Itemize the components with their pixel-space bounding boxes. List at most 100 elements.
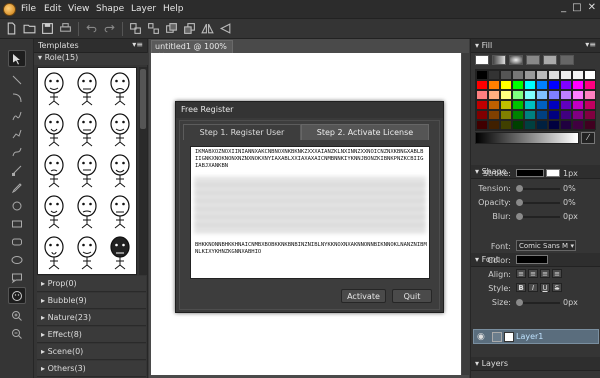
node-tool-icon[interactable] [8,161,26,178]
face-template-thumbnail[interactable] [38,234,71,270]
category-prop[interactable]: ▸ Prop(0) [37,276,146,292]
opacity-slider[interactable] [516,199,560,206]
color-swatch[interactable] [476,80,488,90]
color-swatch[interactable] [572,120,584,130]
linear-gradient-icon[interactable] [492,55,506,65]
color-swatch[interactable] [524,90,536,100]
color-swatch[interactable] [488,100,500,110]
layer-lock-icon[interactable] [492,332,502,342]
color-swatch[interactable] [536,110,548,120]
strikethrough-button[interactable]: S [552,283,562,292]
face-template-thumbnail[interactable] [104,152,137,188]
color-swatch[interactable] [560,120,572,130]
category-scene[interactable]: ▸ Scene(0) [37,344,146,360]
color-swatch[interactable] [524,110,536,120]
speech-bubble-tool-icon[interactable] [8,269,26,286]
color-swatch[interactable] [584,70,596,80]
color-swatch[interactable] [512,90,524,100]
face-template-thumbnail[interactable] [104,70,137,106]
color-swatch[interactable] [524,100,536,110]
role-section-header[interactable]: ▾ Role(15) [34,53,148,65]
color-swatch[interactable] [572,100,584,110]
slider-knob[interactable] [516,213,523,220]
rotate-tool-icon[interactable] [8,197,26,214]
color-swatch[interactable] [488,80,500,90]
slider-knob[interactable] [516,199,523,206]
face-template-thumbnail[interactable] [71,193,104,229]
tab-activate-license[interactable]: Step 2. Activate License [301,124,429,140]
group-icon[interactable] [128,21,143,36]
color-swatch[interactable] [548,110,560,120]
color-swatch[interactable] [488,110,500,120]
slider-knob[interactable] [516,185,523,192]
color-swatch[interactable] [560,100,572,110]
face-template-thumbnail[interactable] [104,193,137,229]
zoom-in-icon[interactable] [8,307,26,324]
color-swatch[interactable] [572,90,584,100]
menu-edit[interactable]: Edit [44,4,61,14]
color-swatch[interactable] [476,110,488,120]
size-slider[interactable] [516,299,560,306]
stroke-color-swatch[interactable] [516,169,544,177]
color-swatch[interactable] [512,120,524,130]
stroke-width-box[interactable] [546,169,560,177]
send-backward-icon[interactable] [182,21,197,36]
color-swatch[interactable] [548,80,560,90]
texture-fill-icon[interactable] [543,55,557,65]
color-swatch[interactable] [560,110,572,120]
align-right-icon[interactable]: ≡ [540,269,550,278]
quit-button[interactable]: Quit [392,289,432,303]
canvas-scrollbar[interactable] [462,53,469,375]
print-icon[interactable] [58,21,73,36]
color-swatch[interactable] [584,80,596,90]
color-swatch[interactable] [512,70,524,80]
color-swatch[interactable] [524,120,536,130]
license-code-textarea[interactable]: IKMABXOZNOXIINIANNXAKCNBNOXNKBKNKZXXXAIA… [190,146,430,279]
tab-register-user[interactable]: Step 1. Register User [183,124,301,140]
ungroup-icon[interactable] [146,21,161,36]
freehand-tool-icon[interactable] [8,107,26,124]
color-swatch[interactable] [476,70,488,80]
maximize-button[interactable]: □ [572,2,581,13]
color-swatch[interactable] [524,70,536,80]
templates-scrollbar[interactable] [139,67,147,275]
document-tab[interactable]: untitled1 @ 100% ✕ [151,40,233,60]
blur-slider[interactable] [516,213,560,220]
eyedropper-icon[interactable]: ⁄ [581,132,595,144]
face-template-thumbnail[interactable] [38,193,71,229]
align-left-icon[interactable]: ≡ [516,269,526,278]
color-swatch[interactable] [476,100,488,110]
color-swatch[interactable] [560,90,572,100]
color-swatch[interactable] [548,90,560,100]
face-template-thumbnail[interactable] [71,70,104,106]
polyline-tool-icon[interactable] [8,125,26,142]
open-folder-icon[interactable] [22,21,37,36]
underline-button[interactable]: U [540,283,550,292]
face-template-thumbnail[interactable] [71,111,104,147]
new-file-icon[interactable] [4,21,19,36]
bold-button[interactable]: B [516,283,526,292]
color-swatch[interactable] [476,120,488,130]
color-swatch[interactable] [512,100,524,110]
layer-row[interactable]: ◉ Layer1 [473,329,599,344]
font-family-select[interactable]: Comic Sans M ▾ [516,240,576,251]
bezier-tool-icon[interactable] [8,143,26,160]
face-template-thumbnail[interactable] [104,234,137,270]
ellipse-tool-icon[interactable] [8,251,26,268]
color-swatch[interactable] [548,100,560,110]
face-template-thumbnail[interactable] [38,111,71,147]
color-swatch[interactable] [536,90,548,100]
color-swatch[interactable] [584,120,596,130]
panel-menu-icon[interactable]: ▾≡ [132,40,143,49]
radial-gradient-icon[interactable] [509,55,523,65]
menu-help[interactable]: Help [163,4,184,14]
gradient-bar[interactable] [475,132,579,144]
category-bubble[interactable]: ▸ Bubble(9) [37,293,146,309]
color-swatch[interactable] [572,70,584,80]
color-swatch[interactable] [584,100,596,110]
font-color-swatch[interactable] [516,255,548,264]
save-icon[interactable] [40,21,55,36]
rectangle-tool-icon[interactable] [8,215,26,232]
flip-horizontal-icon[interactable] [200,21,215,36]
menu-view[interactable]: View [68,4,89,14]
